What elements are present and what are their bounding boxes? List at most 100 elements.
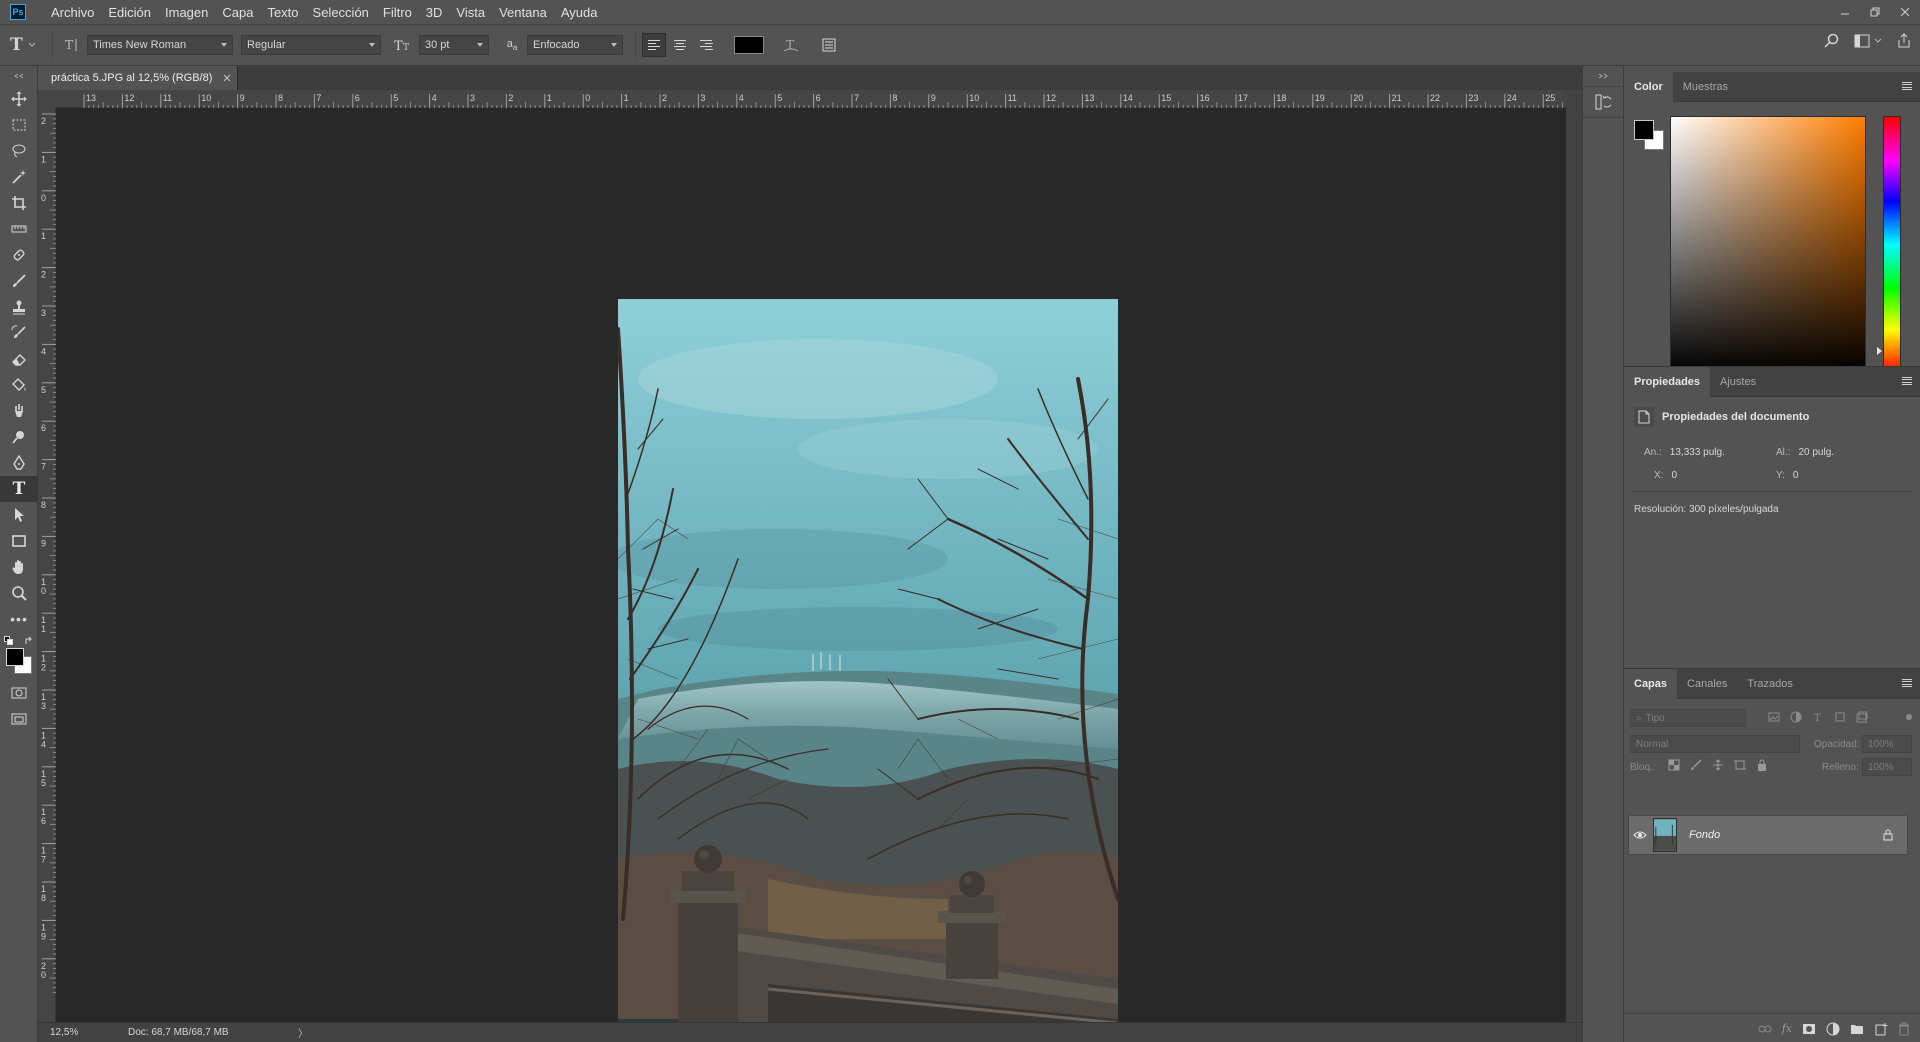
tab-trazados[interactable]: Trazados	[1737, 669, 1802, 699]
width-value[interactable]: 13,333 pulg.	[1670, 447, 1725, 458]
menu-archivo[interactable]: Archivo	[44, 0, 101, 24]
toolbar-grip[interactable]	[0, 66, 37, 86]
tool-hand[interactable]	[0, 554, 38, 580]
close-button[interactable]	[1890, 0, 1920, 24]
tool-preset-picker[interactable]: T	[0, 32, 46, 58]
fx-icon[interactable]: fx	[1782, 1022, 1792, 1035]
workspace-switcher[interactable]	[1854, 34, 1882, 48]
y-value[interactable]: 0	[1793, 470, 1799, 481]
trash-icon[interactable]	[1898, 1022, 1910, 1036]
add-mask-icon[interactable]	[1802, 1023, 1816, 1035]
tab-color[interactable]: Color	[1624, 71, 1673, 102]
color-picker-field[interactable]	[1670, 116, 1866, 374]
menu-capa[interactable]: Capa	[215, 0, 260, 24]
hue-slider[interactable]	[1883, 116, 1901, 374]
link-layers-icon[interactable]	[1758, 1024, 1772, 1034]
align-left-button[interactable]	[642, 33, 666, 57]
swap-colors-icon[interactable]	[24, 636, 34, 646]
zoom-level[interactable]: 12,5%	[38, 1027, 98, 1038]
menu-ayuda[interactable]: Ayuda	[554, 0, 605, 24]
menu-ventana[interactable]: Ventana	[492, 0, 554, 24]
align-center-button[interactable]	[668, 33, 692, 57]
restore-button[interactable]	[1860, 0, 1890, 24]
layer-filter-select[interactable]: ⌕ Tipo	[1630, 709, 1746, 727]
tool-dodge[interactable]	[0, 424, 38, 450]
fill-input[interactable]: 100%	[1862, 758, 1912, 776]
tool-eraser[interactable]	[0, 346, 38, 372]
tool-lasso[interactable]	[0, 138, 38, 164]
tool-clone-stamp[interactable]	[0, 294, 38, 320]
tool-path-selection[interactable]	[0, 502, 38, 528]
canvas-area[interactable]	[56, 108, 1566, 1042]
tool-ruler[interactable]	[0, 216, 38, 242]
tab-propiedades[interactable]: Propiedades	[1624, 366, 1711, 397]
search-icon[interactable]	[1824, 33, 1840, 49]
tool-pen[interactable]	[0, 450, 38, 476]
share-icon[interactable]	[1896, 33, 1912, 49]
filter-smart-object-icon[interactable]	[1856, 711, 1868, 723]
menu-imagen[interactable]: Imagen	[158, 0, 215, 24]
minimize-button[interactable]	[1830, 0, 1860, 24]
character-panel-button[interactable]	[816, 32, 842, 58]
tab-ajustes[interactable]: Ajustes	[1710, 367, 1766, 397]
layer-row[interactable]: Fondo	[1628, 815, 1908, 855]
tool-history-brush[interactable]	[0, 320, 38, 346]
align-right-button[interactable]	[694, 33, 718, 57]
default-colors-icon[interactable]	[4, 636, 14, 646]
lock-brush-icon[interactable]	[1690, 759, 1702, 771]
filter-type-icon[interactable]: T	[1812, 711, 1824, 723]
x-value[interactable]: 0	[1671, 470, 1677, 481]
menu-vista[interactable]: Vista	[449, 0, 492, 24]
tool-screen-mode[interactable]	[0, 706, 38, 732]
panel-strip-grip[interactable]	[1583, 66, 1623, 86]
panel-menu-icon[interactable]	[1902, 82, 1912, 90]
menu-seleccion[interactable]: Selección	[306, 0, 376, 24]
tool-quick-mask[interactable]	[0, 680, 38, 706]
color-panel-foreground[interactable]	[1634, 120, 1654, 140]
filter-pixel-icon[interactable]	[1768, 711, 1780, 723]
text-color-swatch[interactable]	[734, 36, 764, 54]
tool-magic-wand[interactable]	[0, 164, 38, 190]
lock-all-icon[interactable]	[1756, 759, 1768, 771]
filter-shape-icon[interactable]	[1834, 711, 1846, 723]
menu-filtro[interactable]: Filtro	[376, 0, 419, 24]
panel-menu-icon[interactable]	[1902, 679, 1912, 687]
hue-slider-marker[interactable]	[1877, 347, 1882, 355]
tool-type[interactable]: T	[0, 476, 38, 502]
menu-3d[interactable]: 3D	[419, 0, 450, 24]
menu-edicion[interactable]: Edición	[101, 0, 158, 24]
canvas-vertical-scrollbar[interactable]	[1566, 90, 1582, 1022]
tool-move[interactable]	[0, 86, 38, 112]
warp-text-button[interactable]: T	[778, 32, 804, 58]
tool-brush[interactable]	[0, 268, 38, 294]
foreground-color[interactable]	[6, 648, 24, 666]
horizontal-ruler[interactable]: 13 12 11 10 9 8 7 6 5 4 3 2 1 0 1 2 3 4 5 6 7 8 9 10 11 12 13 14 15 1…	[56, 90, 1616, 108]
tab-capas[interactable]: Capas	[1624, 668, 1678, 699]
text-orientation-button[interactable]: T	[59, 32, 83, 58]
lock-transparent-icon[interactable]	[1668, 759, 1680, 771]
adjustment-layer-icon[interactable]	[1826, 1022, 1840, 1036]
lock-position-icon[interactable]	[1712, 759, 1724, 771]
history-panel-button[interactable]	[1583, 86, 1623, 118]
tool-paint-bucket[interactable]	[0, 372, 38, 398]
tool-healing-brush[interactable]	[0, 242, 38, 268]
tool-smudge[interactable]	[0, 398, 38, 424]
menu-texto[interactable]: Texto	[260, 0, 305, 24]
lock-artboard-icon[interactable]	[1734, 759, 1746, 771]
layer-name[interactable]: Fondo	[1689, 829, 1720, 841]
tool-marquee[interactable]	[0, 112, 38, 138]
tab-canales[interactable]: Canales	[1677, 669, 1737, 699]
antialias-select[interactable]: Enfocado	[527, 35, 623, 55]
tool-rectangle[interactable]	[0, 528, 38, 554]
font-family-select[interactable]: Times New Roman	[87, 35, 233, 55]
opacity-input[interactable]: 100%	[1862, 735, 1912, 753]
status-info-arrow[interactable]: 〉	[298, 1025, 308, 1040]
tab-muestras[interactable]: Muestras	[1673, 72, 1738, 102]
tool-crop[interactable]	[0, 190, 38, 216]
tool-more[interactable]: •••	[0, 606, 38, 632]
document-tab[interactable]: práctica 5.JPG al 12,5% (RGB/8) ✕	[38, 66, 238, 90]
filter-toggle[interactable]	[1906, 714, 1912, 720]
height-value[interactable]: 20 pulg.	[1798, 447, 1834, 458]
layer-visibility-toggle[interactable]	[1629, 830, 1651, 840]
new-group-icon[interactable]	[1850, 1023, 1864, 1035]
